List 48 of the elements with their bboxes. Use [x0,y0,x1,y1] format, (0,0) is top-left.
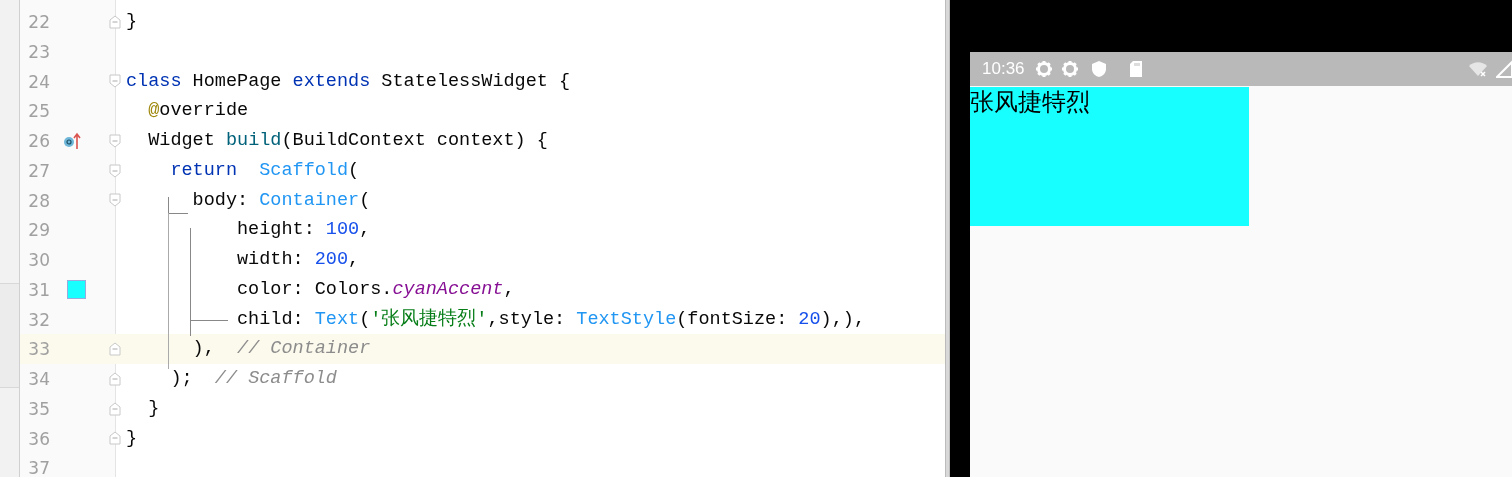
wifi-off-icon [1468,60,1488,78]
code-line: ); // Scaffold [169,367,337,391]
code-line: height: 100, [236,218,371,243]
fold-icon[interactable] [109,74,121,89]
line-number: 35 [27,397,50,421]
line-number: 36 [27,427,50,451]
line-number: 33 [27,338,50,362]
line-number: 37 [27,457,50,477]
fold-icon[interactable] [109,193,121,208]
gear-icon [1060,60,1079,78]
line-number: 28 [27,189,50,213]
code-line: ), // Container [191,337,371,362]
line-number: 26 [27,130,50,153]
line-number: 27 [27,159,50,183]
gear-icon [1034,60,1053,78]
sd-card-icon [1128,60,1143,78]
line-number: 30 [27,249,50,272]
fold-icon[interactable] [109,371,121,386]
code-line: @override [147,99,249,124]
fold-icon[interactable] [109,133,121,148]
fold-icon[interactable] [109,431,121,446]
line-number: 24 [27,70,50,94]
fold-icon[interactable] [109,342,121,357]
shield-icon [1090,60,1107,78]
line-number: 31 [27,278,50,302]
code-line: class HomePage extends StatelessWidget { [126,69,571,94]
line-number: 25 [27,100,50,124]
code-line: Widget build(BuildContext context) { [147,129,548,153]
app-text: 张风捷特烈 [970,87,1090,117]
line-number: 34 [27,368,50,391]
line-number: 29 [27,219,50,243]
code-line: } [147,396,160,421]
override-marker-icon[interactable] [63,132,81,150]
fold-icon[interactable] [109,163,121,178]
code-line: color: Colors.cyanAccent, [236,277,515,302]
code-line: return Scaffold( [169,158,360,183]
line-number: 22 [27,11,50,34]
code-line: child: Text('张风捷特烈',style: TextStyle(fontSize: 20),), [236,307,865,332]
code-line: width: 200, [236,248,360,272]
fold-icon[interactable] [109,14,121,29]
line-number: 23 [27,40,50,64]
status-time: 10:36 [982,58,1025,81]
code-line: } [126,10,138,34]
color-swatch[interactable] [67,279,86,299]
line-number: 32 [27,308,50,332]
code-line: body: Container( [191,188,371,213]
fold-icon[interactable] [109,401,121,416]
code-line: } [126,426,138,451]
